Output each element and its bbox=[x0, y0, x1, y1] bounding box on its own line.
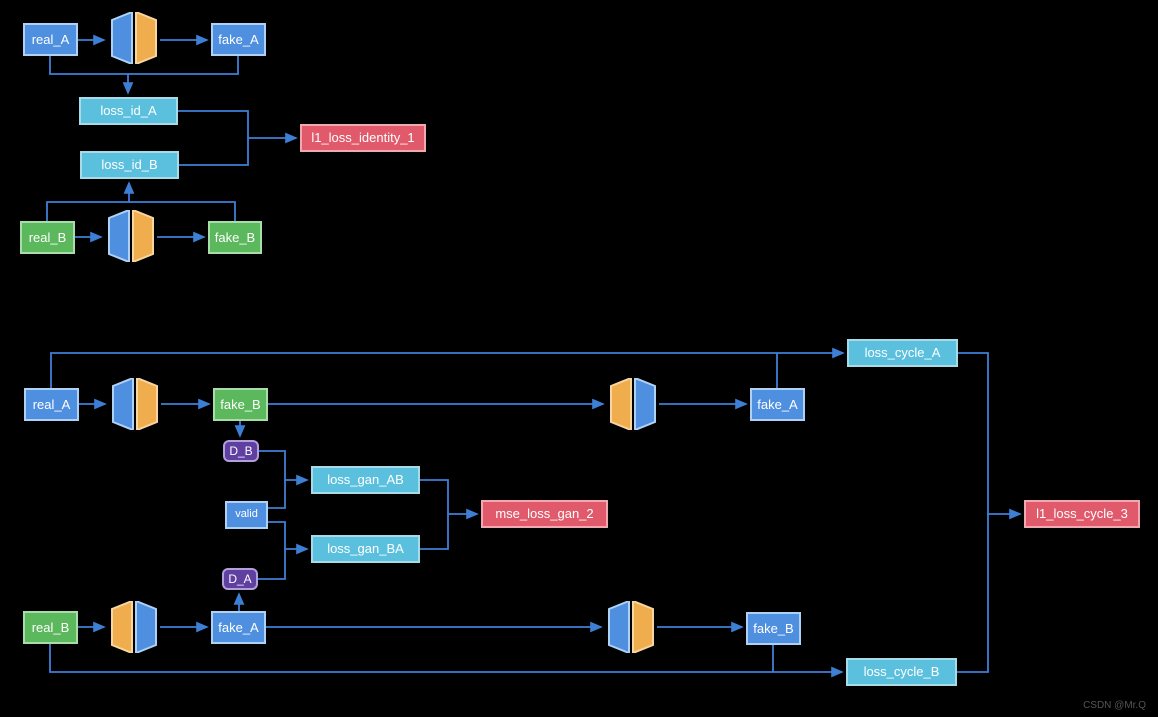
node-d-a: D_A bbox=[222, 568, 258, 590]
node-fake-a-right: fake_A bbox=[750, 388, 805, 421]
node-fake-b-bottom: fake_B bbox=[213, 388, 268, 421]
node-loss-id-b: loss_id_B bbox=[80, 151, 179, 179]
generator-icon-5 bbox=[108, 601, 160, 658]
watermark: CSDN @Mr.Q bbox=[1083, 700, 1146, 711]
node-fake-a-bottom: fake_A bbox=[211, 611, 266, 644]
node-fake-b-top: fake_B bbox=[208, 221, 262, 254]
node-loss-cycle-b: loss_cycle_B bbox=[846, 658, 957, 686]
generator-icon-6 bbox=[605, 601, 657, 658]
generator-icon-3 bbox=[109, 378, 161, 435]
node-real-b-top: real_B bbox=[20, 221, 75, 254]
node-l1-loss-identity: l1_loss_identity_1 bbox=[300, 124, 426, 152]
generator-icon-1 bbox=[108, 12, 160, 69]
node-d-b: D_B bbox=[223, 440, 259, 462]
node-real-a-bottom: real_A bbox=[24, 388, 79, 421]
node-fake-a-top: fake_A bbox=[211, 23, 266, 56]
node-fake-b-right: fake_B bbox=[746, 612, 801, 645]
generator-icon-2 bbox=[105, 210, 157, 267]
node-valid: valid bbox=[225, 501, 268, 529]
node-real-a-top: real_A bbox=[23, 23, 78, 56]
generator-icon-4 bbox=[607, 378, 659, 435]
node-l1-loss-cycle: l1_loss_cycle_3 bbox=[1024, 500, 1140, 528]
node-loss-gan-ba: loss_gan_BA bbox=[311, 535, 420, 563]
node-loss-id-a: loss_id_A bbox=[79, 97, 178, 125]
node-mse-loss-gan: mse_loss_gan_2 bbox=[481, 500, 608, 528]
node-real-b-bottom: real_B bbox=[23, 611, 78, 644]
node-loss-cycle-a: loss_cycle_A bbox=[847, 339, 958, 367]
node-loss-gan-ab: loss_gan_AB bbox=[311, 466, 420, 494]
